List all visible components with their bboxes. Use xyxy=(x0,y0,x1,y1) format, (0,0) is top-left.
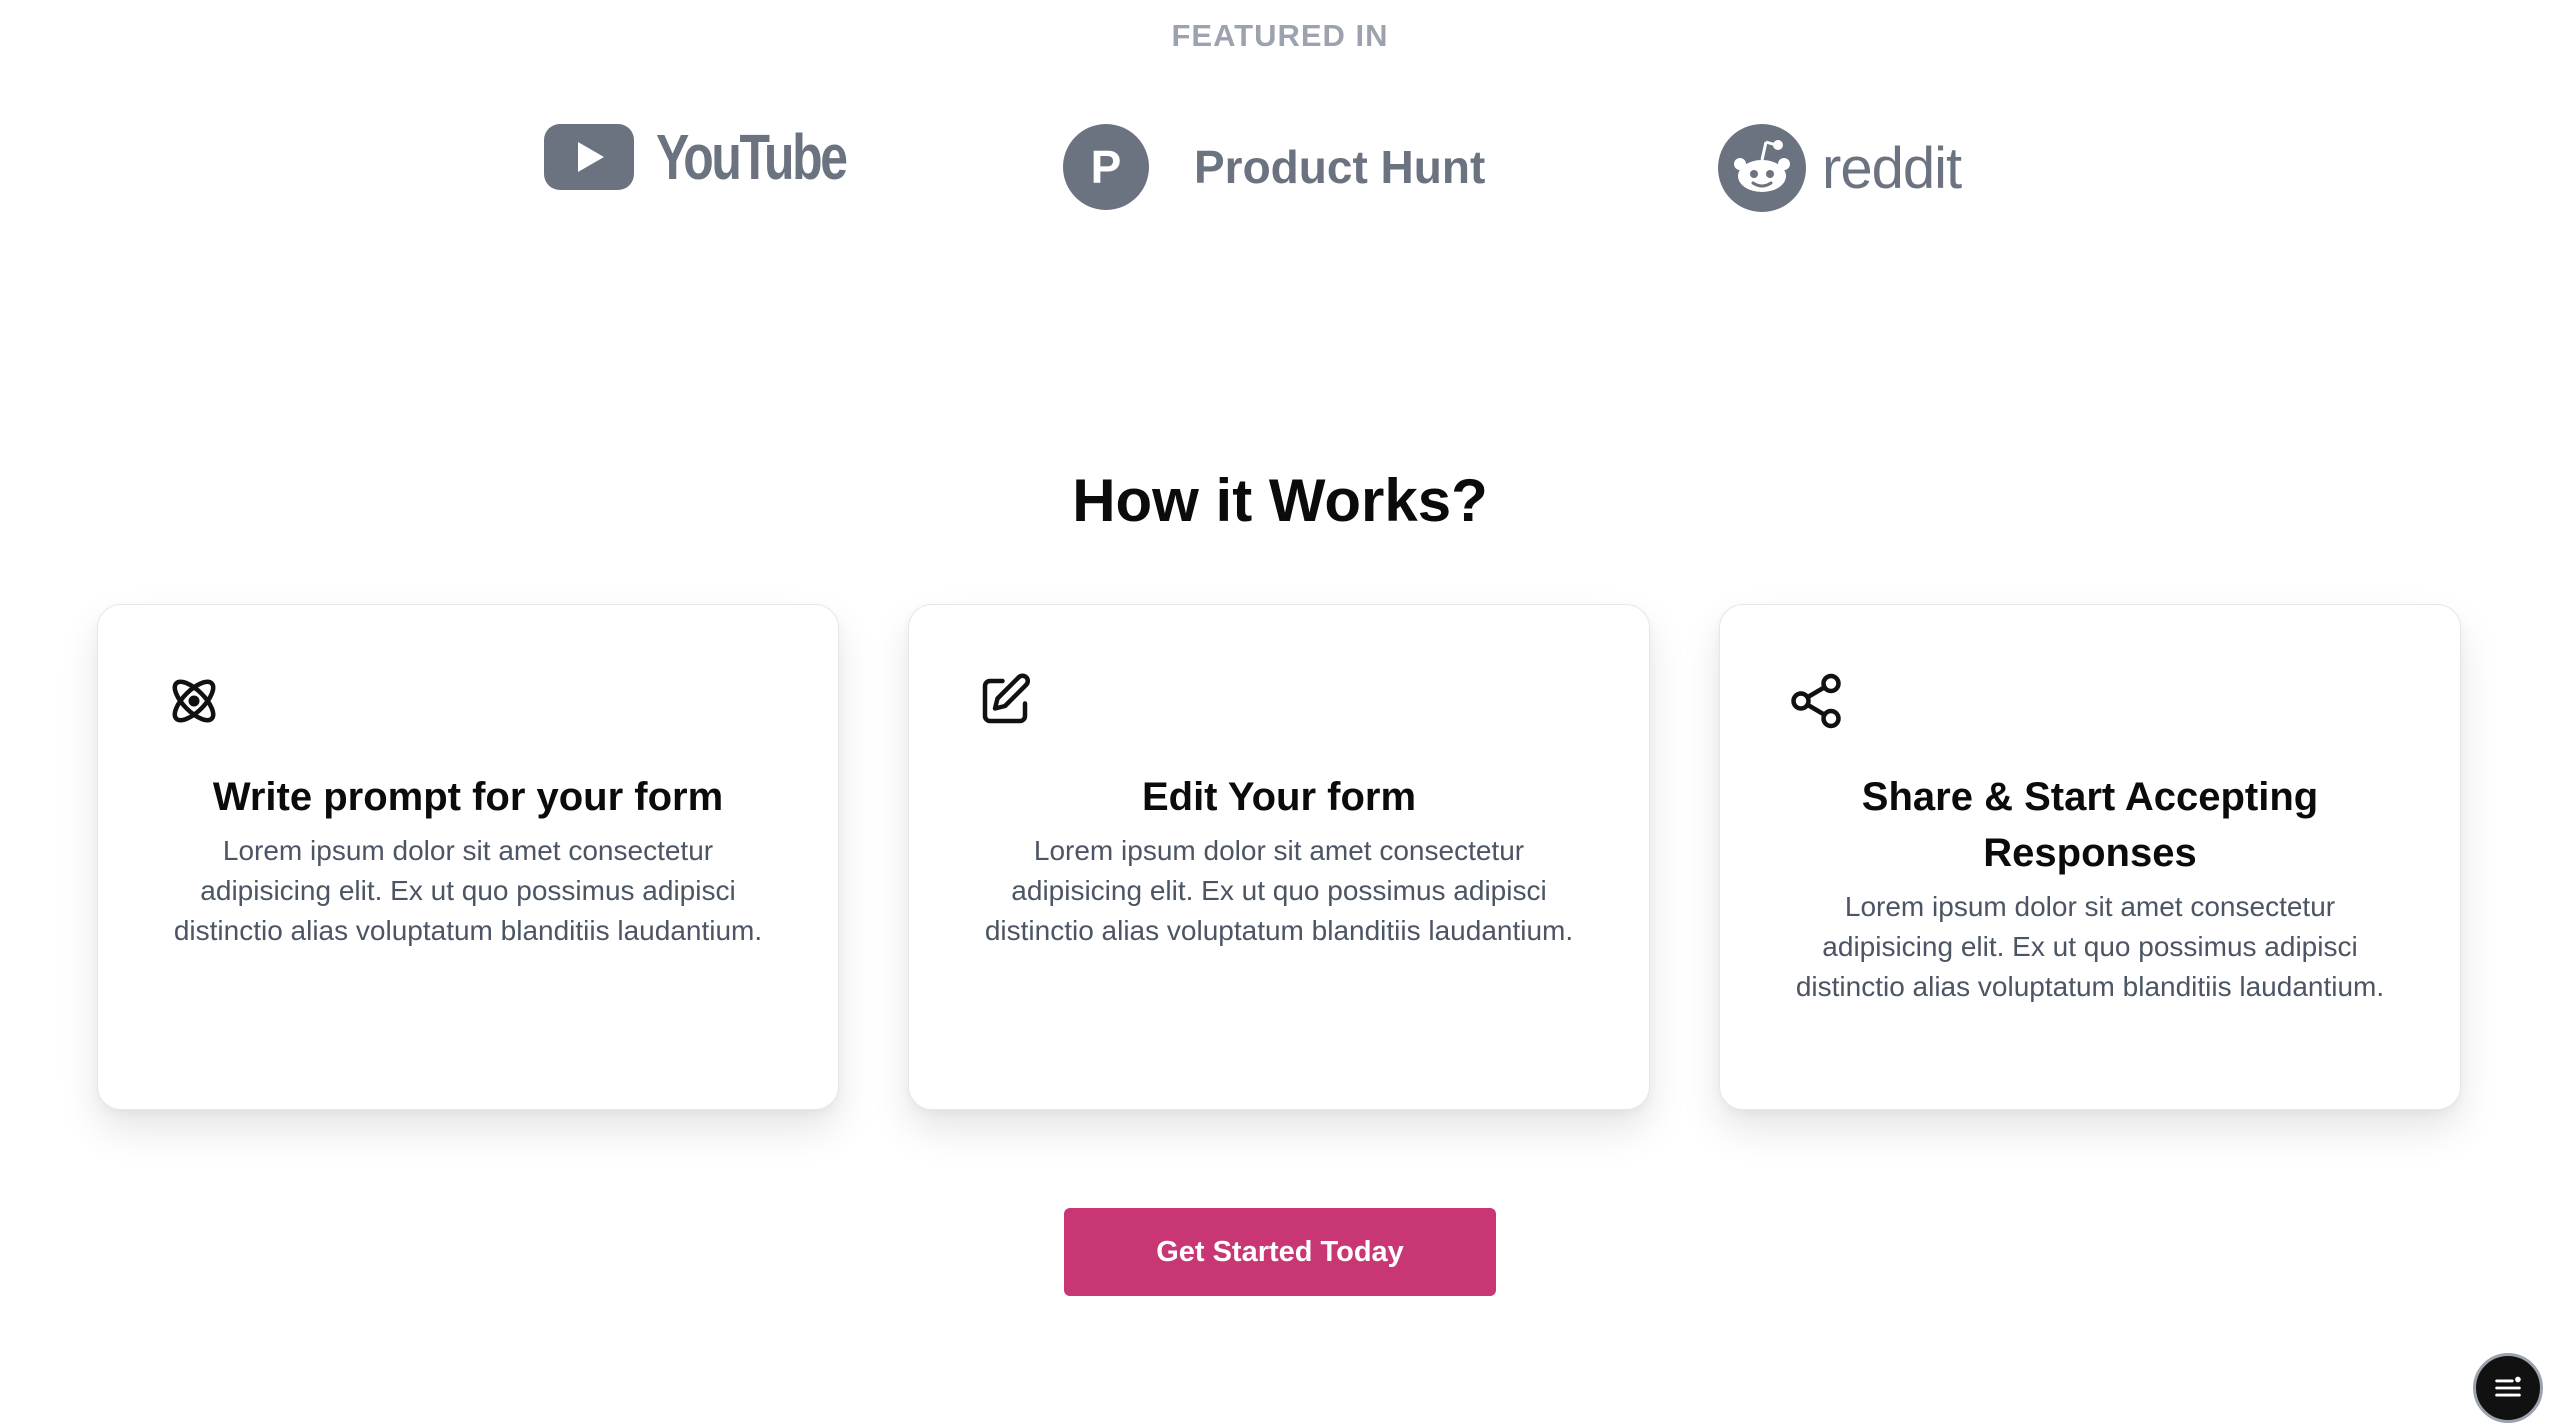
youtube-logo-text: YouTube xyxy=(656,121,848,193)
atom-icon xyxy=(172,679,216,723)
reddit-alien-icon xyxy=(1718,124,1806,212)
step-card-description: Lorem ipsum dolor sit amet consectetur a… xyxy=(984,835,1574,946)
landing-page: FEATURED IN YouTube P Product Hunt reddi… xyxy=(0,0,2560,1424)
step-card-write-prompt: Write prompt for your form Lorem ipsum d… xyxy=(97,604,839,1110)
how-it-works-cards: Write prompt for your form Lorem ipsum d… xyxy=(97,604,2463,1110)
menu-icon xyxy=(2495,1376,2521,1397)
reddit-logo: reddit xyxy=(1718,124,1962,212)
product-hunt-logo-text: Product Hunt xyxy=(1194,141,1486,193)
youtube-logo: YouTube xyxy=(544,124,899,190)
get-started-button[interactable]: Get Started Today xyxy=(1064,1208,1496,1296)
step-card-title: Edit Your form xyxy=(1141,775,1417,819)
how-it-works-title: How it Works? xyxy=(1072,467,1488,534)
step-card-title: Share & Start Accepting Responses xyxy=(1861,775,2319,875)
step-card-description: Lorem ipsum dolor sit amet consectetur a… xyxy=(173,835,763,946)
featured-in-label: FEATURED IN xyxy=(1171,18,1389,53)
step-card-description: Lorem ipsum dolor sit amet consectetur a… xyxy=(1795,891,2385,1002)
product-hunt-icon: P xyxy=(1063,124,1149,210)
product-hunt-logo: P Product Hunt xyxy=(1063,124,1485,210)
step-card-edit-form: Edit Your form Lorem ipsum dolor sit ame… xyxy=(908,604,1650,1110)
step-card-share: Share & Start Accepting Responses Lorem … xyxy=(1719,604,2461,1110)
share-icon xyxy=(1791,673,1841,729)
step-card-title: Write prompt for your form xyxy=(212,775,724,819)
product-hunt-icon-letter: P xyxy=(1091,141,1122,193)
floating-menu-button[interactable] xyxy=(2473,1353,2543,1423)
youtube-play-icon xyxy=(544,124,634,190)
reddit-logo-text: reddit xyxy=(1822,135,1962,201)
edit-icon xyxy=(982,673,1031,724)
